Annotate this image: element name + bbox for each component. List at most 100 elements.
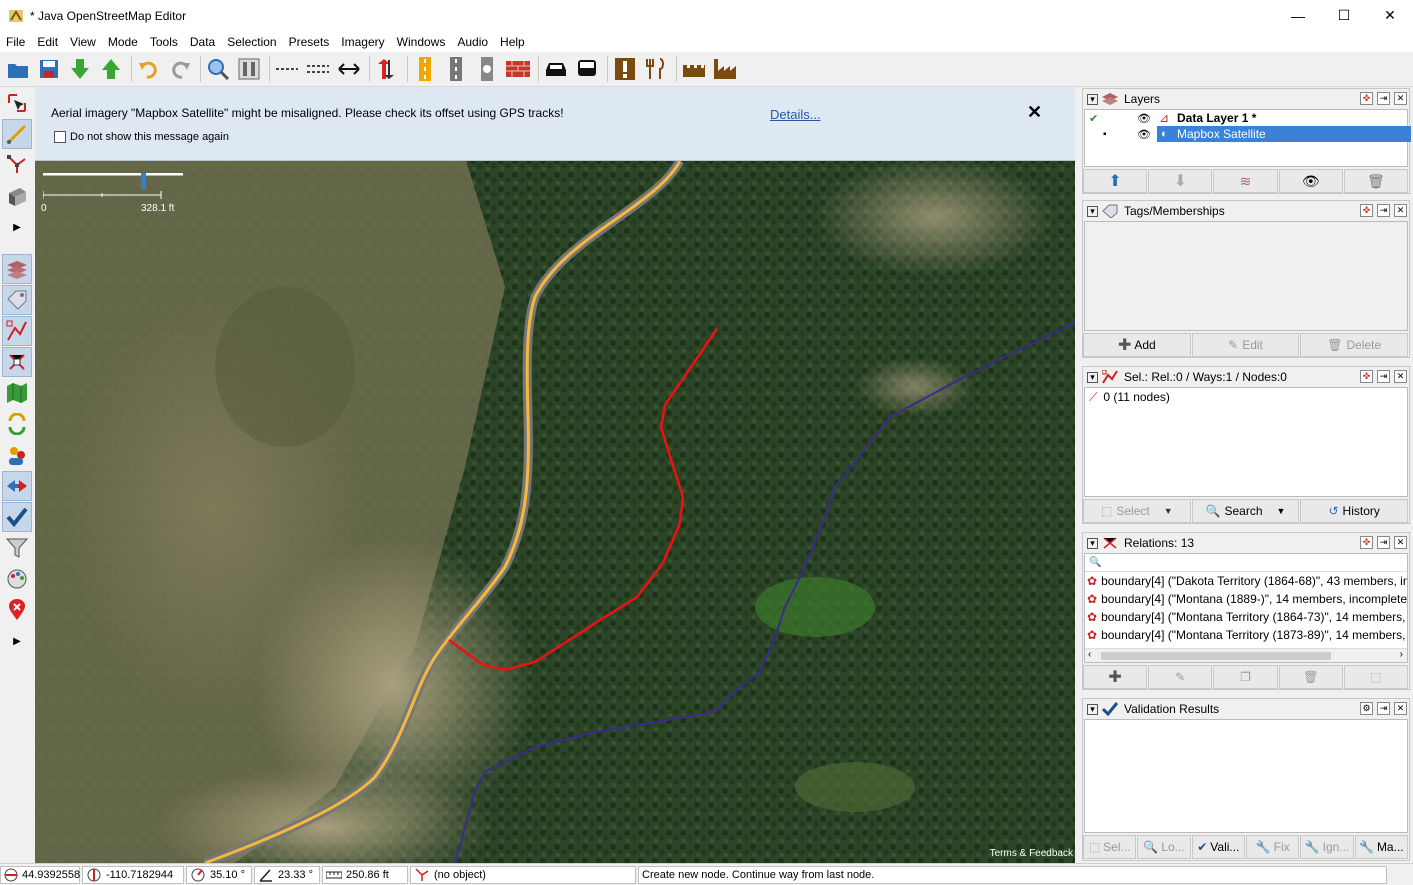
dialog-detach-button[interactable]: ⇥ — [1377, 702, 1390, 715]
preset-node-button[interactable] — [473, 55, 501, 83]
map-view[interactable]: Aerial imagery "Mapbox Satellite" might … — [35, 87, 1075, 863]
delete-tag-button[interactable]: 🗑 Delete — [1300, 333, 1409, 357]
dialog-settings-button[interactable]: ✜ — [1360, 536, 1373, 549]
notice-details-link[interactable]: Details... — [770, 107, 821, 122]
more-modes-button[interactable]: ▶ — [2, 212, 32, 242]
toggle-relations-button[interactable] — [2, 347, 32, 377]
dialog-detach-button[interactable]: ⇥ — [1377, 370, 1390, 383]
scroll-right-icon[interactable]: › — [1400, 649, 1403, 660]
menu-view[interactable]: View — [64, 35, 102, 49]
dialog-settings-button[interactable]: ✜ — [1360, 92, 1373, 105]
preset-highway-button[interactable] — [411, 55, 439, 83]
move-layer-down-button[interactable]: ⬇ — [1148, 169, 1213, 193]
download-button[interactable] — [66, 55, 94, 83]
collapse-toggle[interactable]: ▾ — [1087, 371, 1098, 383]
reverse-way-button[interactable] — [335, 55, 363, 83]
edit-relation-button[interactable]: ✎ — [1148, 665, 1213, 689]
toggle-notes-button[interactable] — [2, 595, 32, 625]
add-tag-button[interactable]: ✚ Add — [1083, 333, 1191, 357]
preset-bus-button[interactable] — [573, 55, 601, 83]
redo-button[interactable] — [166, 55, 194, 83]
menu-tools[interactable]: Tools — [144, 35, 184, 49]
edit-tag-button[interactable]: ✎ Edit — [1191, 333, 1300, 357]
scroll-left-icon[interactable]: ‹ — [1088, 649, 1091, 660]
chevron-down-icon[interactable]: ▼ — [1164, 506, 1173, 516]
preset-historic-button[interactable] — [680, 55, 708, 83]
toggle-map-style-button[interactable] — [2, 564, 32, 594]
toggle-commands-button[interactable] — [2, 471, 32, 501]
preset-food-button[interactable] — [642, 55, 670, 83]
activate-layer-button[interactable]: ≋ — [1213, 169, 1278, 193]
dialog-settings-button[interactable]: ⚙ — [1360, 702, 1373, 715]
toggle-layers-button[interactable] — [2, 254, 32, 284]
select-mode-button[interactable] — [2, 88, 32, 118]
dialog-close-button[interactable]: ✕ — [1394, 204, 1407, 217]
toggle-conflict-button[interactable] — [2, 409, 32, 439]
visibility-eye-icon[interactable]: 👁 — [1137, 128, 1151, 141]
terms-feedback-link[interactable]: Terms & Feedback — [990, 848, 1073, 859]
chevron-down-icon[interactable]: ▼ — [1277, 506, 1286, 516]
preset-industrial-button[interactable] — [711, 55, 739, 83]
minimize-button[interactable]: — — [1275, 0, 1321, 31]
collapse-toggle[interactable]: ▾ — [1087, 205, 1098, 217]
scroll-thumb[interactable] — [1101, 652, 1331, 660]
select-button[interactable]: ⬚ Select ▼ — [1083, 499, 1191, 523]
do-not-show-checkbox[interactable] — [54, 131, 66, 143]
dialog-detach-button[interactable]: ⇥ — [1377, 536, 1390, 549]
menu-presets[interactable]: Presets — [283, 35, 336, 49]
combine-way-button[interactable] — [304, 55, 332, 83]
history-button[interactable]: ↺ History — [1300, 499, 1409, 523]
dialog-close-button[interactable]: ✕ — [1394, 92, 1407, 105]
visibility-eye-icon[interactable]: 👁 — [1137, 112, 1151, 125]
menu-windows[interactable]: Windows — [391, 35, 452, 49]
select-members-button[interactable]: ⬚ — [1343, 665, 1409, 689]
delete-layer-button[interactable]: 🗑 — [1343, 169, 1409, 193]
split-way-button[interactable] — [273, 55, 301, 83]
zoom-button[interactable] — [204, 55, 232, 83]
close-window-button[interactable]: ✕ — [1367, 0, 1413, 31]
menu-help[interactable]: Help — [494, 35, 531, 49]
dialog-settings-button[interactable]: ✜ — [1360, 204, 1373, 217]
menu-imagery[interactable]: Imagery — [335, 35, 390, 49]
undo-button[interactable] — [135, 55, 163, 83]
relation-row[interactable]: ✿ boundary[4] ("Montana Territory (1873-8… — [1085, 626, 1407, 644]
toggle-map-paint-button[interactable] — [2, 378, 32, 408]
toggle-authors-button[interactable] — [2, 440, 32, 470]
relation-row[interactable]: ✿ boundary[4] ("Dakota Territory (1864-68… — [1085, 572, 1407, 590]
notice-close-button[interactable]: ✕ — [1027, 102, 1042, 123]
layer-row[interactable]: ✔ 👁 ⊿ Data Layer 1 * — [1085, 110, 1407, 126]
toggle-selection-button[interactable] — [2, 316, 32, 346]
collapse-toggle[interactable]: ▾ — [1087, 703, 1098, 715]
upload-button[interactable] — [97, 55, 125, 83]
extrude-button[interactable] — [2, 181, 32, 211]
move-up-down-button[interactable] — [373, 55, 401, 83]
more-toggles-button[interactable]: ▶ — [2, 626, 32, 656]
new-relation-button[interactable]: ✚ — [1083, 665, 1148, 689]
menu-selection[interactable]: Selection — [221, 35, 282, 49]
save-button[interactable] — [35, 55, 63, 83]
dialog-detach-button[interactable]: ⇥ — [1377, 204, 1390, 217]
dialog-settings-button[interactable]: ✜ — [1360, 370, 1373, 383]
toggle-filter-button[interactable] — [2, 533, 32, 563]
duplicate-relation-button[interactable]: ❐ — [1213, 665, 1278, 689]
maximize-button[interactable]: ☐ — [1321, 0, 1367, 31]
selection-item[interactable]: ⟋ 0 (11 nodes) — [1085, 388, 1407, 406]
search-button[interactable]: 🔍 Search ▼ — [1191, 499, 1300, 523]
fix-button[interactable]: 🔧 Fix — [1245, 835, 1300, 859]
preferences-button[interactable] — [235, 55, 263, 83]
menu-data[interactable]: Data — [184, 35, 221, 49]
collapse-toggle[interactable]: ▾ — [1087, 537, 1098, 549]
horizontal-scrollbar[interactable]: ‹ › — [1085, 648, 1407, 662]
ignore-button[interactable]: 🔧 Ign... — [1300, 835, 1354, 859]
dialog-close-button[interactable]: ✕ — [1394, 702, 1407, 715]
layer-row[interactable]: ▪ 👁 ◐ Mapbox Satellite — [1085, 126, 1411, 142]
menu-audio[interactable]: Audio — [451, 35, 494, 49]
validate-button[interactable]: ✔ Vali... — [1191, 835, 1245, 859]
dialog-close-button[interactable]: ✕ — [1394, 536, 1407, 549]
improve-way-button[interactable] — [2, 150, 32, 180]
relations-filter-input[interactable]: 🔍 — [1085, 554, 1407, 572]
relation-row[interactable]: ✿ boundary[4] ("Montana (1889-)", 14 memb… — [1085, 590, 1407, 608]
delete-relation-button[interactable]: 🗑 — [1278, 665, 1343, 689]
manage-ignore-button[interactable]: 🔧 Ma... — [1354, 835, 1408, 859]
menu-edit[interactable]: Edit — [31, 35, 64, 49]
